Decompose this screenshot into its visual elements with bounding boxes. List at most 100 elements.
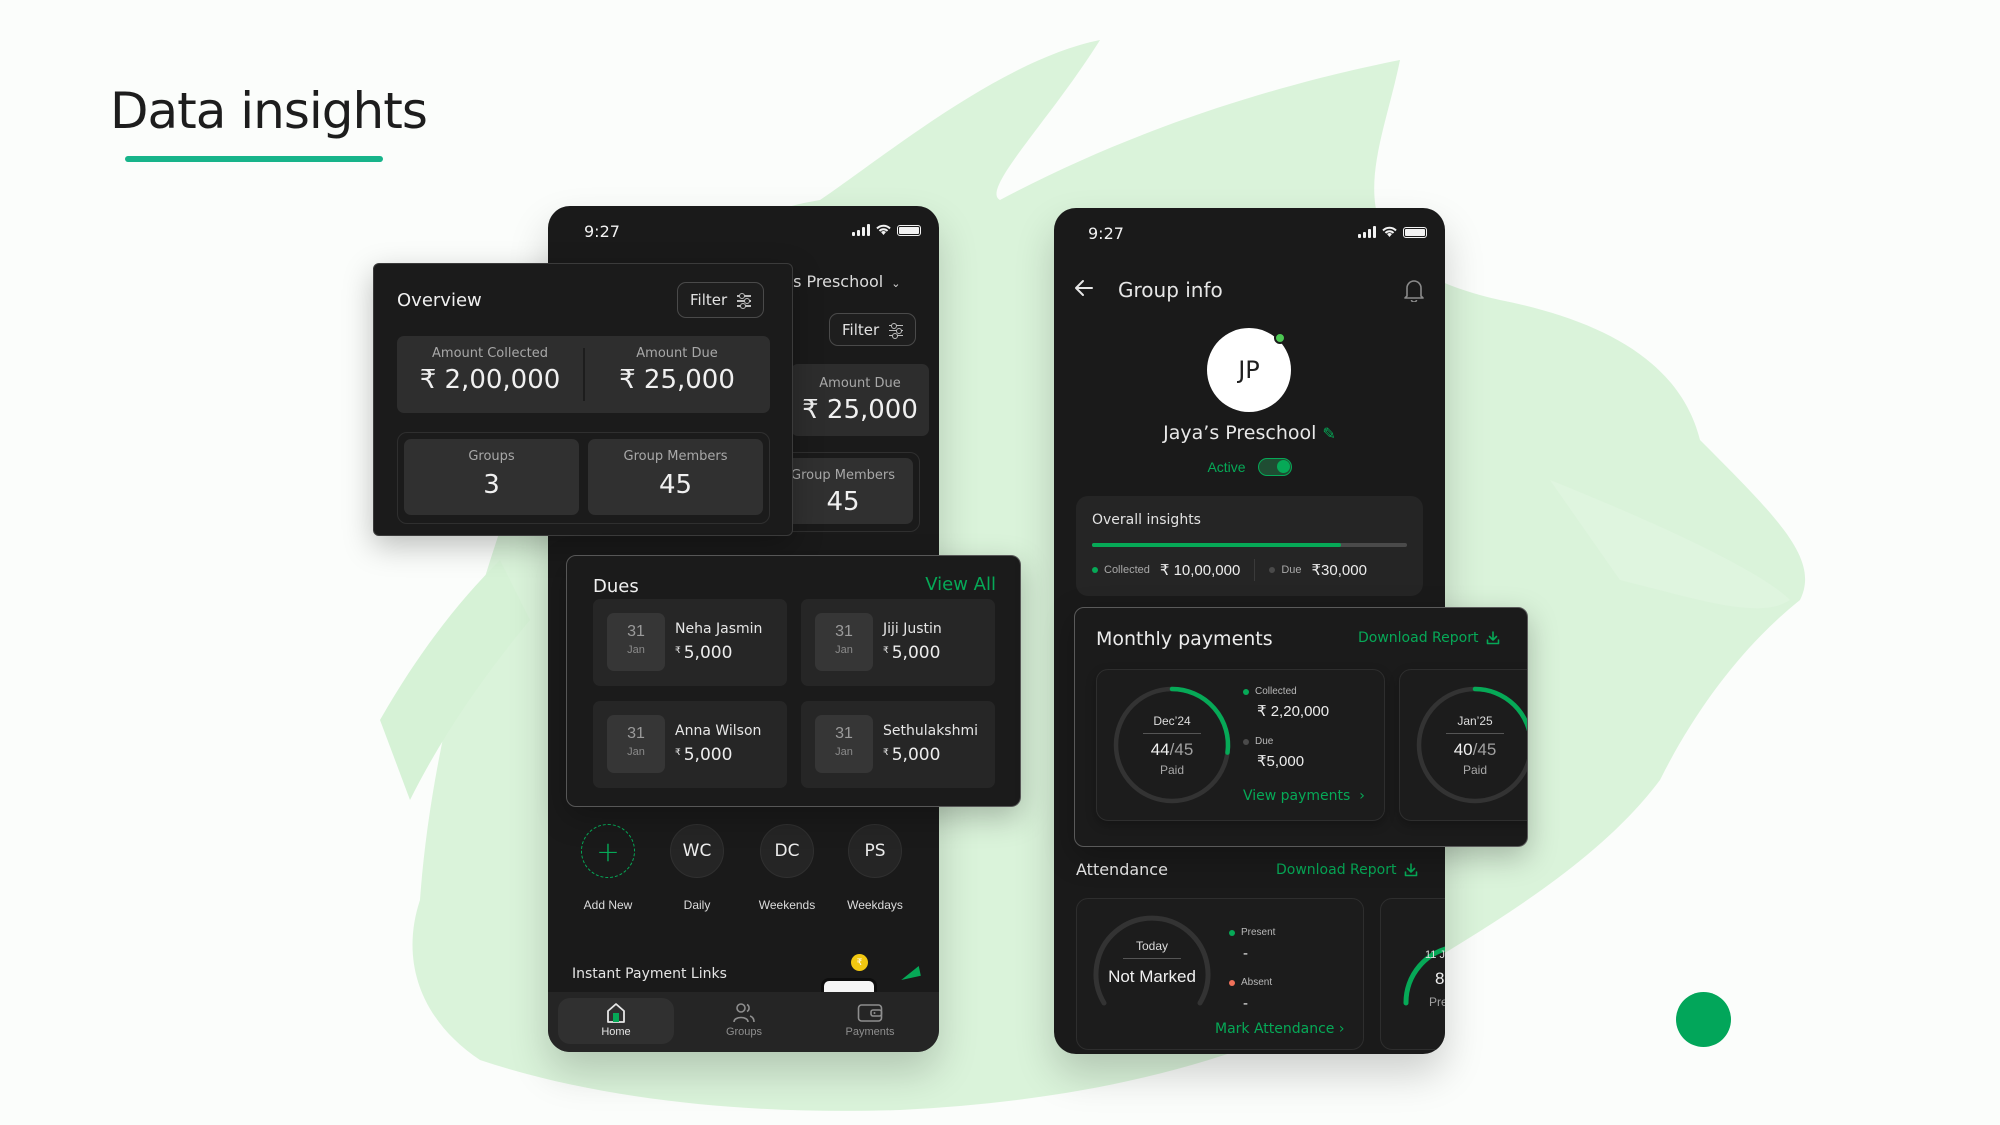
due-date: 31 Jan xyxy=(815,715,873,773)
school-selector[interactable]: ’s Preschool ⌄ xyxy=(788,272,900,291)
rupee-symbol: ₹ xyxy=(883,646,889,656)
month-payment-card[interactable]: Dec’24 44/45 Paid Collected ₹ 2,20,000 D… xyxy=(1096,669,1385,821)
collected-dot-icon xyxy=(1092,567,1098,573)
amount-due: Amount Due ₹ 25,000 xyxy=(584,346,770,395)
group-weekends[interactable]: DC Weekends xyxy=(747,824,827,912)
mark-attendance-link[interactable]: Mark Attendance › xyxy=(1215,1021,1344,1037)
group-avatar[interactable]: PS xyxy=(848,824,902,878)
due-item[interactable]: 31 Jan Neha Jasmin ₹5,000 xyxy=(593,599,787,686)
page-header-title: Group info xyxy=(1118,278,1223,302)
due-month: Jan xyxy=(835,746,853,758)
mark-attendance-label: Mark Attendance xyxy=(1215,1021,1335,1037)
due-month: Jan xyxy=(627,746,645,758)
due-item[interactable]: 31 Jan Jiji Justin ₹5,000 xyxy=(801,599,995,686)
view-all-link[interactable]: View All xyxy=(925,574,996,595)
total-count: 45 xyxy=(1477,740,1497,759)
bell-icon[interactable] xyxy=(1403,278,1425,307)
insights-legend: Collected ₹ 10,00,000 Due ₹30,000 xyxy=(1092,559,1367,581)
filter-label: Filter xyxy=(842,320,880,339)
active-toggle[interactable] xyxy=(1257,458,1292,476)
filter-label: Filter xyxy=(690,291,728,309)
due-amount: ₹5,000 xyxy=(883,643,940,663)
group-name: Jaya’s Preschool ✎ xyxy=(1054,422,1445,444)
download-icon xyxy=(1405,863,1418,877)
title-underline xyxy=(125,156,383,162)
collected-value: ₹ 10,00,000 xyxy=(1159,562,1241,579)
group-avatar[interactable]: WC xyxy=(670,824,724,878)
paid-label: Paid xyxy=(1159,763,1185,777)
amount-due-box-background: Amount Due ₹ 25,000 xyxy=(791,364,929,436)
group-label: Weekdays xyxy=(847,898,903,912)
present-legend: Present xyxy=(1229,927,1275,938)
collected-dot-icon xyxy=(1243,688,1249,695)
nav-label: Home xyxy=(601,1026,631,1038)
instant-payment-links-banner[interactable]: Instant Payment Links ₹ xyxy=(548,946,939,996)
group-members-frame-background: Group Members 45 xyxy=(772,452,920,532)
attendance-next-sub: Pre xyxy=(1429,995,1445,1009)
page-title: Data insights xyxy=(110,82,428,140)
due-amount-value: 5,000 xyxy=(683,643,733,663)
due-date: 31 Jan xyxy=(607,715,665,773)
overview-card: Overview Filter Amount Collected ₹ 2,00,… xyxy=(373,263,793,536)
today-attendance-card: Today Not Marked Present - Absent - Mark… xyxy=(1076,898,1364,1050)
wifi-icon xyxy=(876,224,891,235)
due-item[interactable]: 31 Jan Anna Wilson ₹5,000 xyxy=(593,701,787,788)
payment-month: Jan’25 xyxy=(1446,714,1504,734)
group-weekdays[interactable]: PS Weekdays xyxy=(835,824,915,912)
pencil-icon[interactable]: ✎ xyxy=(1322,424,1335,443)
nav-home[interactable]: Home xyxy=(558,998,674,1044)
rupee-symbol: ₹ xyxy=(675,646,681,656)
month-payment-card[interactable]: Jan’25 40/45 Paid xyxy=(1399,669,1527,821)
group-members-value: 45 xyxy=(658,470,693,500)
group-avatar[interactable]: DC xyxy=(760,824,814,878)
wifi-icon xyxy=(1382,226,1397,237)
amounts-panel: Amount Collected ₹ 2,00,000 Amount Due ₹… xyxy=(397,336,770,413)
active-label: Active xyxy=(1207,459,1246,475)
due-item[interactable]: 31 Jan Sethulakshmi ₹5,000 xyxy=(801,701,995,788)
view-payments-link[interactable]: View payments › xyxy=(1243,788,1365,804)
amount-due-value: ₹ 25,000 xyxy=(619,365,735,395)
amount-due-label: Amount Due xyxy=(636,346,718,361)
collection-progress-bar xyxy=(1092,543,1407,547)
due-month: Jan xyxy=(627,644,645,656)
due-name: Jiji Justin xyxy=(883,621,942,637)
nav-payments[interactable]: Payments xyxy=(812,998,928,1044)
rupee-symbol: ₹ xyxy=(675,748,681,758)
download-report-label: Download Report xyxy=(1358,630,1479,646)
instant-payment-links-label: Instant Payment Links xyxy=(572,966,727,982)
group-members-label: Group Members xyxy=(791,468,895,483)
group-label: Weekends xyxy=(758,898,816,912)
bottom-nav: Home Groups Payments xyxy=(548,992,939,1052)
due-amount-value: 5,000 xyxy=(683,745,733,765)
signal-icon xyxy=(852,224,870,236)
group-name-text: Jaya’s Preschool xyxy=(1163,422,1317,444)
decorative-dot xyxy=(1676,992,1731,1047)
nav-groups[interactable]: Groups xyxy=(686,998,802,1044)
overall-insights-card: Overall insights Collected ₹ 10,00,000 D… xyxy=(1076,496,1423,596)
collected-value: ₹ 2,20,000 xyxy=(1257,703,1330,720)
nav-label: Payments xyxy=(845,1026,895,1038)
due-legend: Due xyxy=(1243,736,1273,747)
monthly-download-report[interactable]: Download Report xyxy=(1358,630,1500,646)
due-name: Neha Jasmin xyxy=(675,621,763,637)
due-label: Due xyxy=(1255,736,1274,747)
absent-label: Absent xyxy=(1241,977,1273,988)
due-dot-icon xyxy=(1269,567,1276,573)
due-name: Anna Wilson xyxy=(675,723,762,739)
groups-label: Groups xyxy=(468,449,515,464)
view-payments-label: View payments xyxy=(1243,788,1351,804)
back-arrow-icon[interactable] xyxy=(1074,278,1094,304)
collected-label: Collected xyxy=(1255,686,1297,697)
due-date: 31 Jan xyxy=(815,613,873,671)
filter-button[interactable]: Filter xyxy=(677,282,765,318)
attendance-download-report[interactable]: Download Report xyxy=(1276,862,1418,878)
users-icon xyxy=(686,1002,802,1024)
group-daily[interactable]: WC Daily xyxy=(657,824,737,912)
due-day: 31 xyxy=(627,623,645,640)
plus-icon[interactable]: + xyxy=(581,824,635,878)
filter-button-background[interactable]: Filter xyxy=(829,313,917,346)
rupee-coin-icon: ₹ xyxy=(851,954,868,971)
due-amount: ₹5,000 xyxy=(883,745,940,765)
download-report-label: Download Report xyxy=(1276,862,1397,878)
group-add-new[interactable]: + Add New xyxy=(568,824,648,912)
